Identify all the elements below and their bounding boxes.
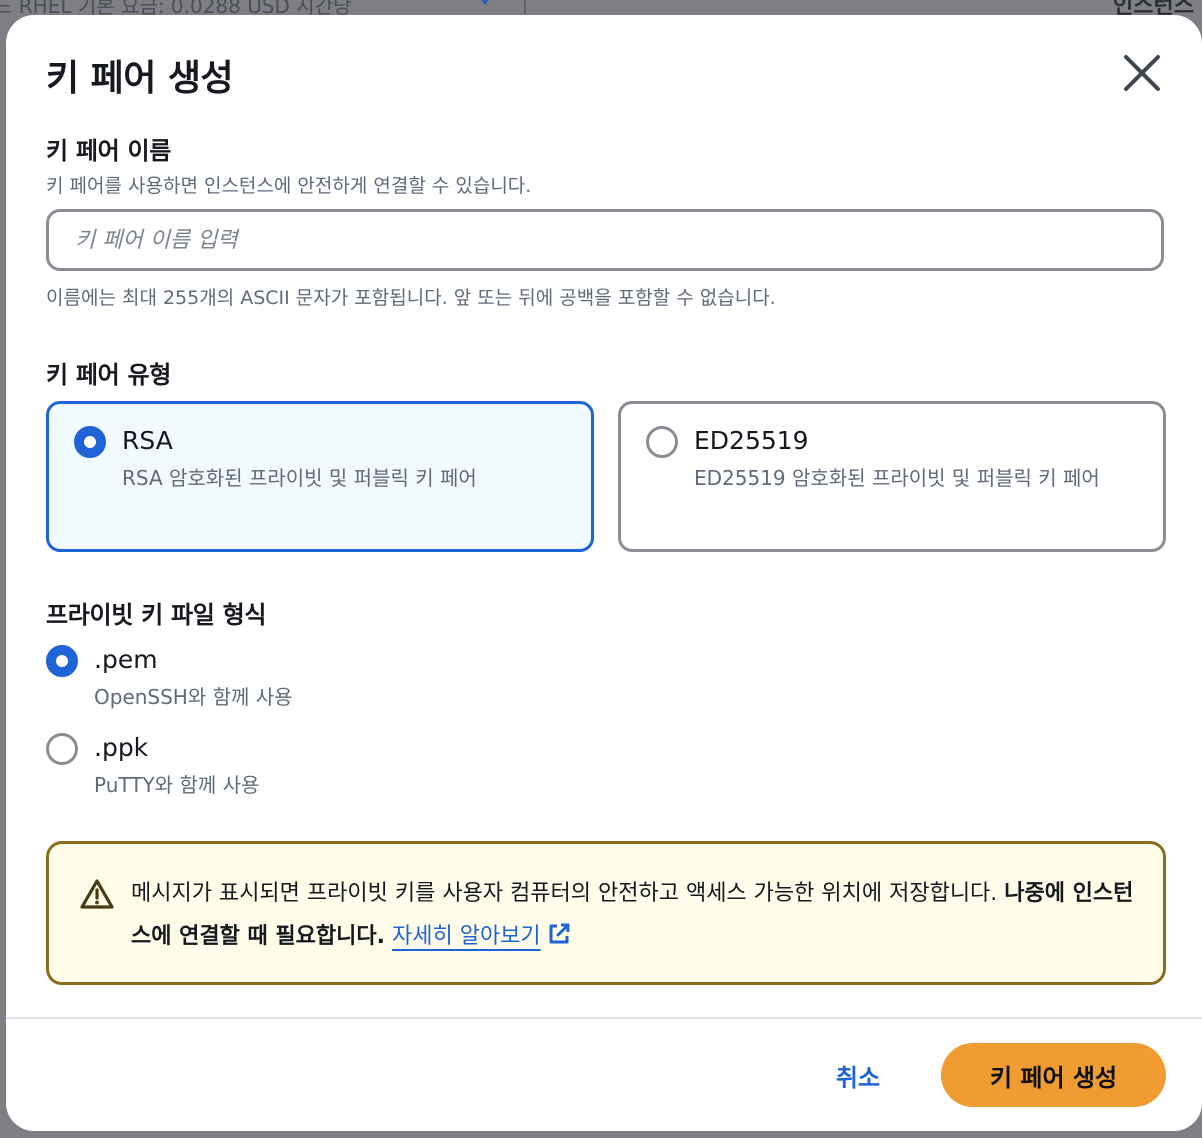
rsa-option-description: RSA 암호화된 프라이빗 및 퍼블릭 키 페어 [122,466,477,490]
learn-more-link[interactable]: 자세히 알아보기 [392,924,541,949]
ed25519-option-title: ED25519 [694,426,809,455]
ed25519-option-description: ED25519 암호화된 프라이빗 및 퍼블릭 키 페어 [694,466,1100,490]
alert-message: 메시지가 표시되면 프라이빗 키를 사용자 컴퓨터의 안전하고 액세스 가능한 … [131,872,1141,958]
modal-title: 키 페어 생성 [46,58,234,99]
background-divider [524,0,526,14]
key-name-constraint: 이름에는 최대 255개의 ASCII 문자가 포함됩니다. 앞 또는 뒤에 공… [46,287,776,309]
pem-radio[interactable] [46,645,78,677]
create-key-pair-button[interactable]: 키 페어 생성 [941,1043,1166,1107]
learn-more-label: 자세히 알아보기 [391,924,541,949]
alert-text: 메시지가 표시되면 프라이빗 키를 사용자 컴퓨터의 안전하고 액세스 가능한 … [131,881,1005,906]
footer-divider [6,1017,1202,1019]
key-name-label: 키 페어 이름 [46,137,172,165]
background-caret-icon [478,0,492,5]
rsa-radio[interactable] [74,426,106,458]
key-name-description: 키 페어를 사용하면 인스턴스에 안전하게 연결할 수 있습니다. [46,175,532,197]
pem-option-title: .pem [94,645,158,674]
create-key-pair-modal: 키 페어 생성 키 페어 이름 키 페어를 사용하면 인스턴스에 안전하게 연결… [6,15,1202,1131]
ppk-radio[interactable] [46,733,78,765]
external-link-icon[interactable] [547,922,571,946]
rsa-option-title: RSA [122,426,173,455]
ppk-option-title: .ppk [94,733,149,762]
ppk-option-description: PuTTY와 함께 사용 [94,773,260,797]
key-type-option-rsa[interactable]: RSA RSA 암호화된 프라이빗 및 퍼블릭 키 페어 [46,401,594,552]
close-button[interactable] [1120,51,1164,95]
key-type-option-ed25519[interactable]: ED25519 ED25519 암호화된 프라이빗 및 퍼블릭 키 페어 [618,401,1166,552]
close-icon [1124,55,1160,91]
key-name-input[interactable] [46,209,1164,271]
cancel-button[interactable]: 취소 [816,1045,900,1105]
file-format-label: 프라이빗 키 파일 형식 [46,601,267,629]
warning-icon [80,879,114,909]
key-type-label: 키 페어 유형 [46,361,172,389]
save-key-warning-alert: 메시지가 표시되면 프라이빗 키를 사용자 컴퓨터의 안전하고 액세스 가능한 … [46,841,1166,985]
ed25519-radio[interactable] [646,426,678,458]
pem-option-description: OpenSSH와 함께 사용 [94,685,293,709]
